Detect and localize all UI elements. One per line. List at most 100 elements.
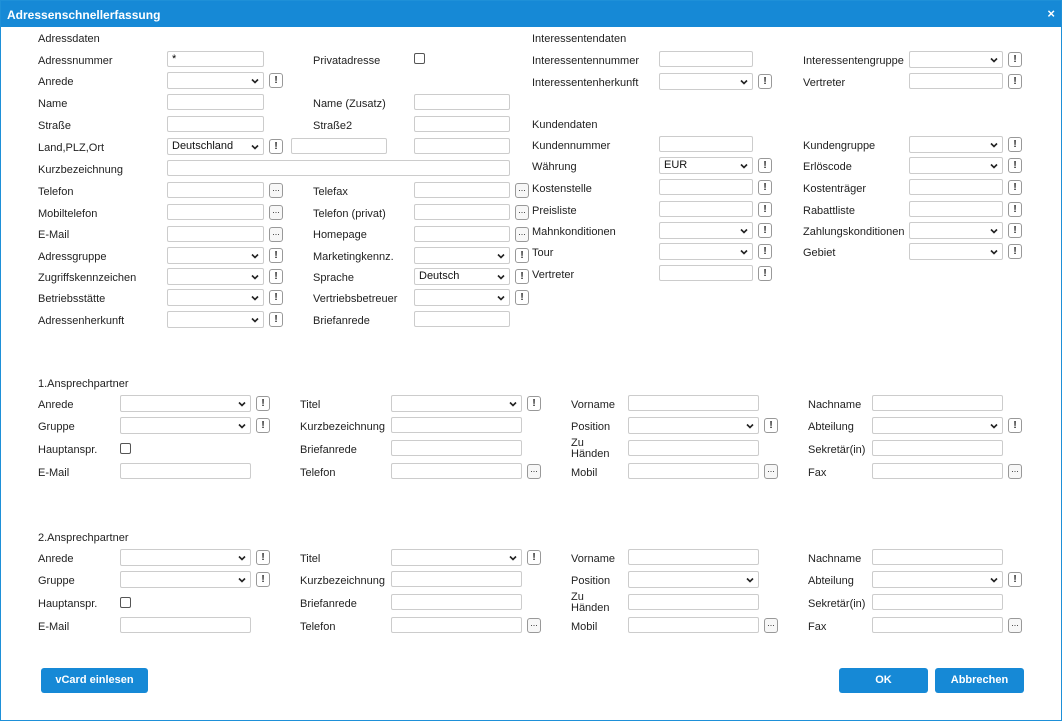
zugriffskennzeichen-select[interactable] [167, 268, 264, 285]
vertriebsbetreuer-select[interactable] [414, 289, 510, 306]
vertreter-info-button[interactable]: ! [1008, 74, 1022, 89]
homepage-input[interactable] [414, 226, 510, 242]
ap1-nachname-input[interactable] [872, 395, 1003, 411]
telefon-privat-input[interactable] [414, 204, 510, 220]
ap2-briefanrede-input[interactable] [391, 594, 522, 610]
ap1-position-info-button[interactable]: ! [764, 418, 778, 433]
land-info-button[interactable]: ! [269, 139, 283, 154]
interessentengruppe-select[interactable] [909, 51, 1003, 68]
ap1-mobil-dial-button[interactable]: ... [764, 464, 778, 479]
ap2-mobil-dial-button[interactable]: ... [764, 618, 778, 633]
ap1-gruppe-info-button[interactable]: ! [256, 418, 270, 433]
ap2-mobil-input[interactable] [628, 617, 759, 633]
sprache-info-button[interactable]: ! [515, 269, 529, 284]
adressgruppe-select[interactable] [167, 247, 264, 264]
mobiltelefon-input[interactable] [167, 204, 264, 220]
ap2-gruppe-select[interactable] [120, 571, 251, 588]
ap2-anrede-select[interactable] [120, 549, 251, 566]
ap2-zu-haenden-input[interactable] [628, 594, 759, 610]
ap1-telefon-input[interactable] [391, 463, 522, 479]
telefax-input[interactable] [414, 182, 510, 198]
interessentennummer-input[interactable] [659, 51, 753, 67]
adressenherkunft-select[interactable] [167, 311, 264, 328]
ap1-kurzbezeichnung-input[interactable] [391, 417, 522, 433]
betriebsstaette-info-button[interactable]: ! [269, 290, 283, 305]
name-input[interactable] [167, 94, 264, 110]
ort-input[interactable] [414, 138, 510, 154]
ap2-position-select[interactable] [628, 571, 759, 588]
strasse-input[interactable] [167, 116, 264, 132]
kundengruppe-select[interactable] [909, 136, 1003, 153]
telefon-privat-dial-button[interactable]: ... [515, 205, 529, 220]
adressenherkunft-info-button[interactable]: ! [269, 312, 283, 327]
ap1-position-select[interactable] [628, 417, 759, 434]
ap1-fax-input[interactable] [872, 463, 1003, 479]
ap1-sekretaer-input[interactable] [872, 440, 1003, 456]
anrede-info-button[interactable]: ! [269, 73, 283, 88]
ap1-briefanrede-input[interactable] [391, 440, 522, 456]
ap2-titel-select[interactable] [391, 549, 522, 566]
kostentraeger-info-button[interactable]: ! [1008, 180, 1022, 195]
gebiet-select[interactable] [909, 243, 1003, 260]
kunden-vertreter-info-button[interactable]: ! [758, 266, 772, 281]
ap2-hauptanspr-checkbox[interactable] [120, 597, 131, 608]
adressnummer-input[interactable] [167, 51, 264, 67]
ap1-hauptanspr-checkbox[interactable] [120, 443, 131, 454]
ap2-anrede-info-button[interactable]: ! [256, 550, 270, 565]
marketingkennz-info-button[interactable]: ! [515, 248, 529, 263]
privatadresse-checkbox[interactable] [414, 53, 425, 64]
tour-info-button[interactable]: ! [758, 244, 772, 259]
betriebsstaette-select[interactable] [167, 289, 264, 306]
vertriebsbetreuer-info-button[interactable]: ! [515, 290, 529, 305]
ap1-fax-dial-button[interactable]: ... [1008, 464, 1022, 479]
mahnkonditionen-info-button[interactable]: ! [758, 223, 772, 238]
zahlungskonditionen-info-button[interactable]: ! [1008, 223, 1022, 238]
waehrung-select[interactable]: EUR [659, 157, 753, 174]
marketingkennz-select[interactable] [414, 247, 510, 264]
ap2-vorname-input[interactable] [628, 549, 759, 565]
ap1-zu-haenden-input[interactable] [628, 440, 759, 456]
ap2-nachname-input[interactable] [872, 549, 1003, 565]
telefon-dial-button[interactable]: ... [269, 183, 283, 198]
homepage-open-button[interactable]: ... [515, 227, 529, 242]
ap1-anrede-info-button[interactable]: ! [256, 396, 270, 411]
preisliste-input[interactable] [659, 201, 753, 217]
ap1-abteilung-select[interactable] [872, 417, 1003, 434]
mobiltelefon-dial-button[interactable]: ... [269, 205, 283, 220]
tour-select[interactable] [659, 243, 753, 260]
plz-input[interactable] [291, 138, 387, 154]
name-zusatz-input[interactable] [414, 94, 510, 110]
ap2-sekretaer-input[interactable] [872, 594, 1003, 610]
ap1-gruppe-select[interactable] [120, 417, 251, 434]
interessentenherkunft-select[interactable] [659, 73, 753, 90]
kundengruppe-info-button[interactable]: ! [1008, 137, 1022, 152]
rabattliste-info-button[interactable]: ! [1008, 202, 1022, 217]
kostenstelle-input[interactable] [659, 179, 753, 195]
ap1-abteilung-info-button[interactable]: ! [1008, 418, 1022, 433]
ap2-abteilung-select[interactable] [872, 571, 1003, 588]
preisliste-info-button[interactable]: ! [758, 202, 772, 217]
rabattliste-input[interactable] [909, 201, 1003, 217]
ap2-fax-dial-button[interactable]: ... [1008, 618, 1022, 633]
ap1-vorname-input[interactable] [628, 395, 759, 411]
ap2-abteilung-info-button[interactable]: ! [1008, 572, 1022, 587]
ap1-anrede-select[interactable] [120, 395, 251, 412]
interessentenherkunft-info-button[interactable]: ! [758, 74, 772, 89]
ap2-gruppe-info-button[interactable]: ! [256, 572, 270, 587]
zahlungskonditionen-select[interactable] [909, 222, 1003, 239]
cancel-button[interactable]: Abbrechen [935, 668, 1024, 693]
briefanrede-input[interactable] [414, 311, 510, 327]
kurzbezeichnung-input[interactable] [167, 160, 510, 176]
email-send-button[interactable]: ... [269, 227, 283, 242]
ap2-fax-input[interactable] [872, 617, 1003, 633]
erloescode-select[interactable] [909, 157, 1003, 174]
adressgruppe-info-button[interactable]: ! [269, 248, 283, 263]
kundennummer-input[interactable] [659, 136, 753, 152]
ap2-telefon-input[interactable] [391, 617, 522, 633]
ap1-mobil-input[interactable] [628, 463, 759, 479]
ap2-kurzbezeichnung-input[interactable] [391, 571, 522, 587]
ok-button[interactable]: OK [839, 668, 928, 693]
interessentengruppe-info-button[interactable]: ! [1008, 52, 1022, 67]
telefax-dial-button[interactable]: ... [515, 183, 529, 198]
ap2-email-input[interactable] [120, 617, 251, 633]
